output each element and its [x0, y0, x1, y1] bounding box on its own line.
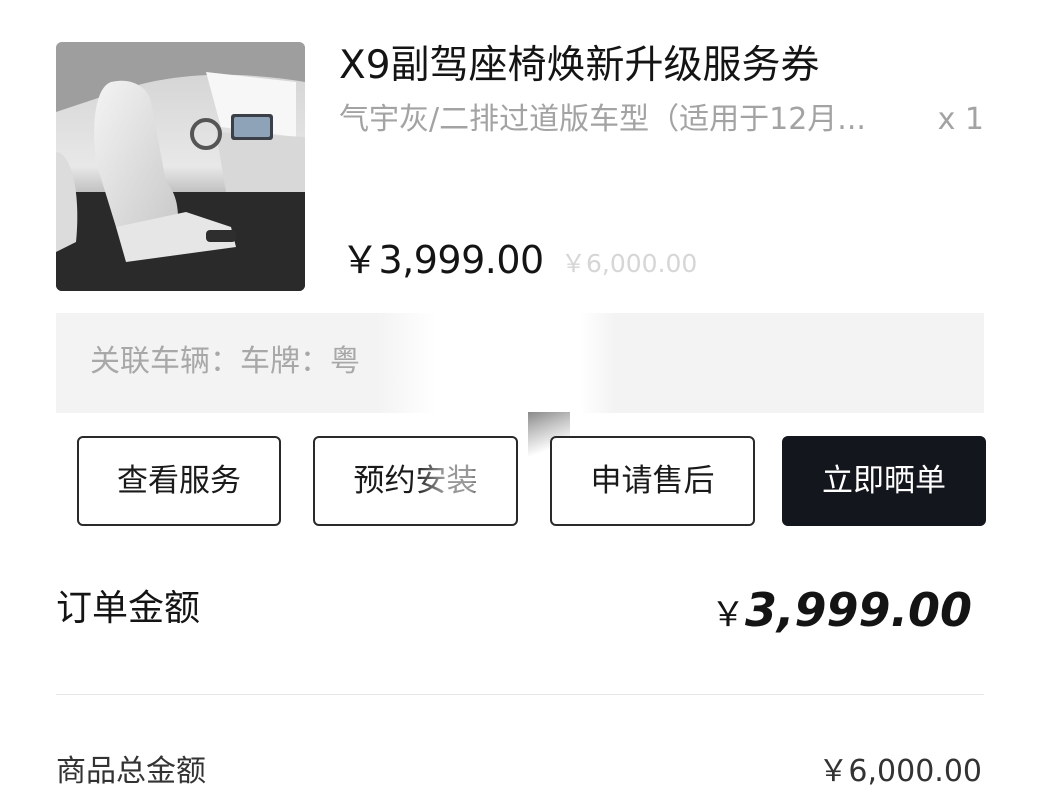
product-title[interactable]: X9副驾座椅焕新升级服务券 — [339, 42, 820, 90]
order-amount-label: 订单金额 — [56, 588, 201, 629]
book-install-button[interactable]: 预约安装 — [313, 436, 518, 526]
currency-symbol: ￥ — [711, 595, 745, 635]
linked-vehicle-bar: 关联车辆：车牌：粤 — [56, 313, 984, 413]
product-original-price: ￥6,000.00 — [561, 249, 698, 278]
order-amount-value: ￥3,999.00 — [711, 582, 972, 643]
product-row[interactable]: X9副驾座椅焕新升级服务券 气宇灰/二排过道版车型（适用于12月... x 1 … — [56, 42, 986, 292]
goods-total-value: ￥6,000.00 — [818, 754, 982, 789]
privacy-mask — [376, 313, 616, 413]
divider — [56, 694, 984, 695]
linked-vehicle-text: 关联车辆：车牌：粤 — [90, 344, 360, 379]
share-order-button[interactable]: 立即晒单 — [782, 436, 986, 526]
view-service-button[interactable]: 查看服务 — [77, 436, 281, 526]
product-price: ￥3,999.00 — [341, 238, 544, 282]
product-spec: 气宇灰/二排过道版车型（适用于12月... — [339, 102, 866, 137]
product-image[interactable] — [56, 42, 305, 291]
car-seat-image — [56, 42, 305, 291]
product-quantity: x 1 — [937, 102, 984, 137]
goods-total-label: 商品总金额 — [56, 754, 206, 789]
after-sales-button[interactable]: 申请售后 — [550, 436, 755, 526]
order-amount-number: 3,999.00 — [745, 583, 972, 637]
